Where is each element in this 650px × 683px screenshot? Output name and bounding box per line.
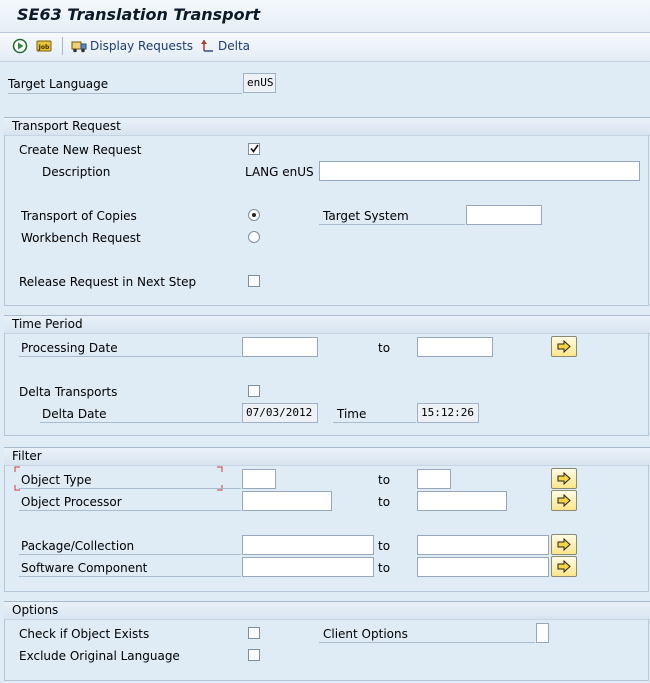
arrow-right-icon	[557, 340, 571, 353]
delta-button[interactable]: Delta	[218, 39, 250, 53]
label-underline	[19, 488, 241, 489]
radio-selected-dot	[252, 213, 256, 217]
description-prefix: LANG enUS	[245, 165, 314, 179]
create-new-request-label: Create New Request	[19, 143, 142, 157]
time-field[interactable]: 15:12:26	[417, 403, 479, 423]
package-to-input[interactable]	[417, 535, 549, 555]
section-title: Filter	[12, 449, 42, 463]
delta-transports-checkbox[interactable]	[248, 385, 260, 397]
filter-section-header: Filter	[4, 447, 650, 466]
object-processor-to-input[interactable]	[417, 491, 507, 511]
label-underline	[319, 224, 465, 225]
object-type-to-label: to	[378, 473, 391, 487]
label-underline	[8, 93, 242, 94]
object-type-to-input[interactable]	[417, 469, 451, 489]
package-from-input[interactable]	[242, 535, 374, 555]
background-job-icon[interactable]: Job	[36, 38, 52, 54]
exclude-original-language-checkbox[interactable]	[248, 649, 260, 661]
client-options-label: Client Options	[323, 627, 408, 641]
section-title: Time Period	[12, 317, 83, 331]
application-toolbar: Job Display Requests Delta	[0, 33, 650, 62]
options-section-header: Options	[4, 601, 650, 620]
description-label: Description	[42, 165, 111, 179]
delta-icon[interactable]	[200, 38, 216, 54]
svg-text:Job: Job	[38, 44, 50, 51]
time-label: Time	[337, 407, 367, 421]
label-underline	[19, 554, 241, 555]
object-type-from-input[interactable]	[242, 469, 276, 489]
label-underline	[19, 510, 241, 511]
checkmark-icon	[250, 144, 259, 153]
arrow-right-icon	[557, 494, 571, 507]
description-input[interactable]	[319, 161, 640, 181]
arrow-right-icon	[557, 560, 571, 573]
workbench-request-label: Workbench Request	[21, 231, 141, 245]
software-component-to-input[interactable]	[417, 557, 549, 577]
page-title: SE63 Translation Transport	[17, 5, 261, 24]
release-request-label: Release Request in Next Step	[19, 275, 197, 289]
object-processor-multiple-selection-button[interactable]	[551, 490, 577, 511]
software-component-label: Software Component	[21, 561, 148, 575]
arrow-right-icon	[557, 538, 571, 551]
delta-transports-label: Delta Transports	[19, 385, 118, 399]
package-to-label: to	[378, 539, 391, 553]
processing-date-to-label: to	[378, 341, 391, 355]
processing-date-multiple-selection-button[interactable]	[551, 336, 577, 357]
software-component-to-label: to	[378, 561, 391, 575]
transport-request-section-header: Transport Request	[4, 117, 650, 136]
release-request-checkbox[interactable]	[248, 275, 260, 287]
display-requests-button[interactable]: Display Requests	[90, 39, 193, 53]
transport-of-copies-label: Transport of Copies	[21, 209, 137, 223]
label-underline	[319, 642, 535, 643]
label-underline	[19, 356, 241, 357]
execute-icon[interactable]	[12, 38, 28, 54]
processing-date-label: Processing Date	[21, 341, 118, 355]
exclude-original-language-label: Exclude Original Language	[19, 649, 180, 663]
time-period-section-header: Time Period	[4, 315, 650, 334]
toolbar-separator	[62, 37, 63, 55]
processing-date-from-input[interactable]	[242, 337, 318, 357]
create-new-request-checkbox[interactable]	[248, 143, 260, 155]
delta-date-field[interactable]: 07/03/2012	[242, 403, 318, 423]
object-processor-label: Object Processor	[21, 495, 122, 509]
title-bar: SE63 Translation Transport	[0, 0, 650, 33]
transport-of-copies-radio[interactable]	[248, 209, 260, 221]
object-type-multiple-selection-button[interactable]	[551, 468, 577, 489]
check-object-exists-label: Check if Object Exists	[19, 627, 150, 641]
software-component-multiple-selection-button[interactable]	[551, 556, 577, 577]
delta-date-label: Delta Date	[42, 407, 107, 421]
object-processor-to-label: to	[378, 495, 391, 509]
transport-truck-icon[interactable]	[71, 38, 87, 54]
arrow-right-icon	[557, 472, 571, 485]
target-language-field[interactable]: enUS	[243, 73, 276, 93]
check-object-exists-checkbox[interactable]	[248, 627, 260, 639]
object-processor-from-input[interactable]	[242, 491, 332, 511]
processing-date-to-input[interactable]	[417, 337, 493, 357]
package-collection-label: Package/Collection	[21, 539, 135, 553]
label-underline	[333, 422, 416, 423]
section-title: Options	[12, 603, 59, 617]
target-system-input[interactable]	[466, 205, 542, 225]
label-underline	[19, 576, 241, 577]
target-system-label: Target System	[323, 209, 409, 223]
package-multiple-selection-button[interactable]	[551, 534, 577, 555]
workbench-request-radio[interactable]	[248, 231, 260, 243]
target-language-label: Target Language	[8, 77, 109, 91]
label-underline	[40, 422, 241, 423]
client-options-input[interactable]	[536, 623, 549, 643]
section-title: Transport Request	[12, 119, 121, 133]
object-type-label: Object Type	[21, 473, 92, 487]
software-component-from-input[interactable]	[242, 557, 374, 577]
